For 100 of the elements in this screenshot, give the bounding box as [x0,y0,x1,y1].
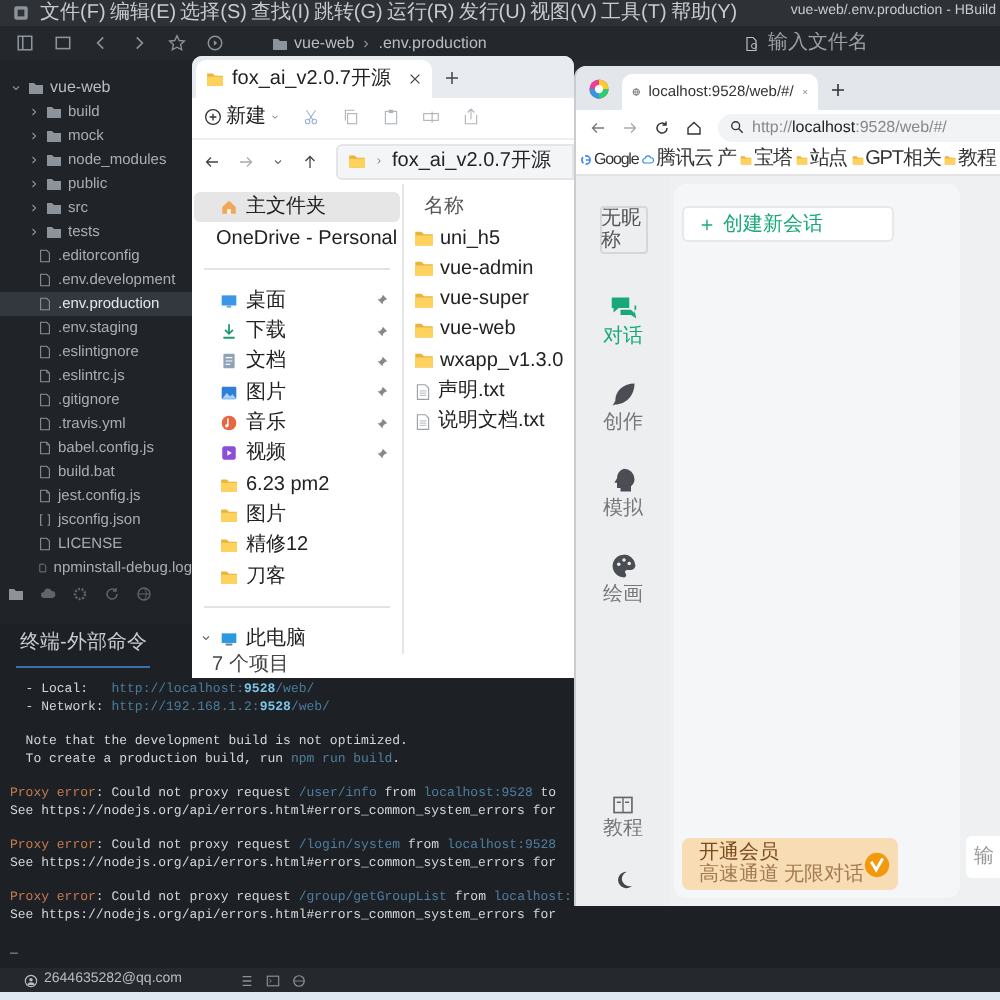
folder-icon[interactable] [8,586,24,602]
menu-item[interactable]: 查找(I) [250,0,310,26]
menu-item[interactable]: 选择(S) [180,0,247,26]
nav-item[interactable]: 绘画 [603,552,644,608]
nav-item[interactable]: 音乐 [194,407,400,439]
tutorial-link[interactable]: 教程 [603,794,644,842]
panel-icon[interactable] [54,34,72,52]
nav-item[interactable]: 视频 [194,438,400,470]
new-tab-icon[interactable] [444,69,460,86]
history-caret-icon[interactable] [272,155,284,168]
share-icon[interactable] [462,108,480,127]
breadcrumb-item[interactable]: vue-web [294,31,355,55]
avatar-alt-text: 无昵称 [599,206,648,254]
new-tab-icon[interactable] [830,82,846,98]
nav-item[interactable]: 精修12 [194,530,400,561]
bookmark[interactable]: Google [580,147,639,171]
nav-item[interactable]: 刀客 [194,560,400,592]
nav-item[interactable]: 创作 [603,380,644,436]
cut-icon[interactable] [302,108,320,127]
bookmark[interactable]: GPT相关 [851,144,941,174]
membership-card[interactable]: 开通会员 高速通道 无限对话 [682,838,899,890]
star-icon[interactable] [168,34,186,52]
nav-item[interactable]: 图片 [194,377,400,408]
cloud-icon[interactable] [40,586,56,602]
home-icon[interactable] [686,119,702,135]
forward-icon[interactable] [622,119,638,135]
tree-item[interactable]: vue-web [50,76,111,100]
menu-item[interactable]: 发行(U) [458,0,527,26]
folder-icon [414,319,434,340]
close-icon[interactable] [408,71,422,86]
expand-caret-icon[interactable] [200,632,212,645]
url-bar[interactable]: http://localhost:9528/web/#/ [718,113,1000,141]
folder-icon [348,152,366,171]
file-name[interactable]: wxapp_v1.3.0 [440,345,564,376]
nav-item[interactable]: OneDrive - Personal [194,222,400,254]
plus-icon [700,217,715,231]
nav-item[interactable]: 6.23 pm2 [194,469,400,500]
refresh-icon[interactable] [104,586,120,602]
list-icon[interactable] [240,973,254,987]
file-name[interactable]: uni_h5 [440,223,501,254]
file-icon [38,464,52,480]
file-name[interactable]: 声明.txt [438,376,505,407]
monitor-icon [220,291,238,310]
moon-icon[interactable] [613,870,634,890]
menu-item[interactable]: 跳转(G) [313,0,383,26]
file-name[interactable]: vue-super [440,284,529,315]
bookmark[interactable]: 站点 [795,144,848,174]
menu-item[interactable]: 帮助(Y) [670,0,738,26]
expand-caret-icon[interactable] [28,226,40,238]
nav-item[interactable]: 此电脑 [194,623,400,655]
bookmark[interactable]: 腾讯云 产 [642,144,736,174]
script-file-icon [38,488,52,504]
chat-bubbles-icon [609,294,638,322]
chevron-icon [374,156,384,167]
bookmark[interactable]: 教程 [944,144,996,174]
nav-item[interactable]: 图片 [194,499,400,531]
paste-icon[interactable] [382,108,400,127]
reload-icon[interactable] [654,119,670,135]
globe-icon[interactable] [292,973,306,987]
expand-caret-icon[interactable] [28,154,40,166]
up-icon[interactable] [302,153,318,170]
expand-caret-icon[interactable] [28,106,40,118]
back-icon[interactable] [204,153,220,170]
menu-item[interactable]: 工具(T) [601,0,667,26]
nav-item[interactable]: 主文件夹 [194,192,400,223]
terminal-tab[interactable]: 终端-外部命令 [16,628,151,668]
new-button[interactable]: 新建 [204,102,280,133]
expand-caret-icon[interactable] [28,202,40,214]
nav-item[interactable]: 模拟 [603,466,644,522]
nav-item[interactable]: 桌面 [194,285,400,317]
globe-icon[interactable] [136,586,152,602]
file-search-icon [744,35,760,51]
file-search-field[interactable]: 输入文件名 [768,31,948,55]
menu-item[interactable]: 文件(F) [40,0,106,26]
sidebar-toggle-icon[interactable] [16,34,34,52]
run-icon[interactable] [206,34,224,52]
text-file-icon [414,381,432,402]
file-name[interactable]: 说明文档.txt [438,406,545,437]
file-name[interactable]: vue-admin [440,253,534,284]
column-header[interactable]: 名称 [414,192,574,223]
terminal-icon[interactable] [266,973,280,987]
message-input[interactable]: 输 [966,836,1000,878]
nav-item[interactable]: 文档 [194,346,400,378]
bookmark[interactable]: 宝塔 [739,144,792,174]
home-icon [220,198,238,217]
back-icon[interactable] [590,119,606,135]
breadcrumb-item[interactable]: .env.production [378,31,487,55]
address-bar[interactable]: fox_ai_v2.0.7开源 [336,143,574,180]
menu-item[interactable]: 编辑(E) [109,0,177,26]
explorer-tab[interactable]: fox_ai_v2.0.7开源 [196,59,432,98]
expand-caret-icon[interactable] [28,178,40,190]
feather-icon [609,380,638,408]
head-icon [609,466,638,494]
nav-item[interactable]: 下载 [194,316,400,347]
expand-caret-icon[interactable] [28,130,40,142]
menu-item[interactable]: 视图(V) [530,0,597,26]
cloud-icon [642,153,655,165]
expand-caret-icon[interactable] [10,82,22,94]
file-name[interactable]: vue-web [440,314,516,345]
menu-item[interactable]: 运行(R) [386,0,455,26]
